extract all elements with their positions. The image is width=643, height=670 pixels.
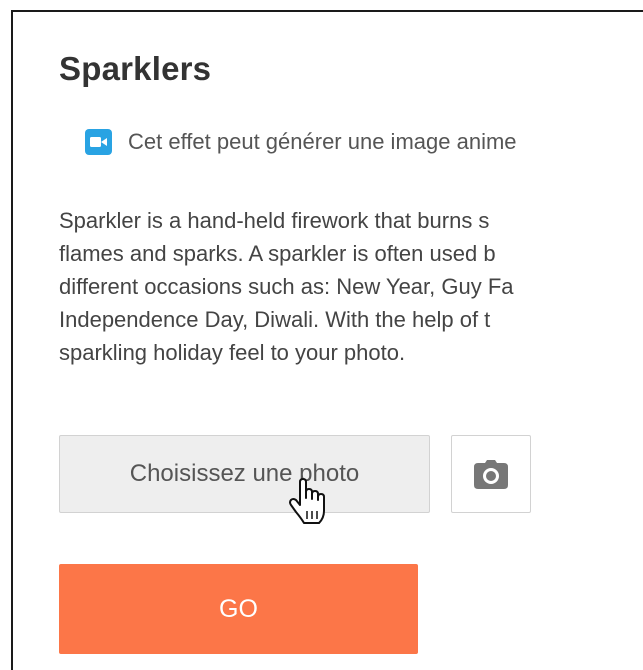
go-button[interactable]: GO xyxy=(59,564,418,654)
description-line: different occasions such as: New Year, G… xyxy=(59,274,514,299)
description-line: sparkling holiday feel to your photo. xyxy=(59,340,406,365)
description-line: Independence Day, Diwali. With the help … xyxy=(59,307,491,332)
page-title: Sparklers xyxy=(59,50,212,87)
go-label: GO xyxy=(219,594,258,623)
webcam-button[interactable] xyxy=(451,435,531,513)
choose-photo-button[interactable]: Choisissez une photo xyxy=(59,435,430,513)
effect-panel: Sparklers Cet effet peut générer une ima… xyxy=(11,10,643,670)
description-line: Sparkler is a hand-held firework that bu… xyxy=(59,208,490,233)
description-line: flames and sparks. A sparkler is often u… xyxy=(59,241,496,266)
effect-description: Sparkler is a hand-held firework that bu… xyxy=(59,204,643,369)
notice-text: Cet effet peut générer une image anime xyxy=(128,129,517,154)
animated-notice: Cet effet peut générer une image anime xyxy=(85,129,517,155)
camera-icon xyxy=(474,459,508,489)
hand-pointer-icon xyxy=(289,478,325,524)
video-camera-icon xyxy=(85,129,112,155)
